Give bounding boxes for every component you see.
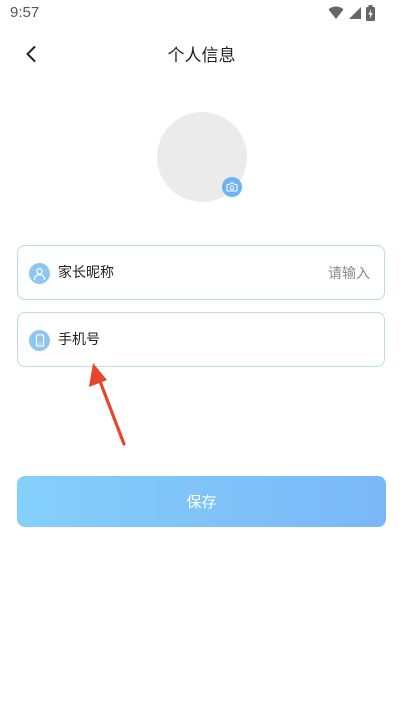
nickname-label: 家长昵称 <box>58 265 114 281</box>
personal-info-screen: 9:57 个人信息 家长昵称 请输入 手机号 保存 <box>0 0 403 716</box>
field-icon-phone <box>29 330 50 351</box>
user-icon <box>33 267 46 280</box>
phone-input[interactable] <box>198 326 372 356</box>
nickname-input[interactable] <box>198 259 372 289</box>
header: 个人信息 <box>0 32 403 76</box>
camera-icon <box>226 182 238 192</box>
phone-field: 手机号 <box>17 312 385 367</box>
status-bar: 9:57 <box>0 0 403 28</box>
field-icon-nickname <box>29 263 50 284</box>
wifi-icon <box>328 6 344 19</box>
battery-charging-icon <box>366 5 375 21</box>
mobile-phone-icon <box>35 334 44 347</box>
nickname-field: 家长昵称 <box>17 245 385 300</box>
page-title: 个人信息 <box>167 46 236 66</box>
cell-signal-icon <box>349 7 361 19</box>
save-button[interactable]: 保存 <box>17 476 386 527</box>
change-avatar-button[interactable] <box>222 177 242 197</box>
status-icons <box>328 5 375 21</box>
red-arrow-icon <box>89 363 126 446</box>
status-time: 9:57 <box>10 4 40 21</box>
phone-label: 手机号 <box>58 332 100 348</box>
